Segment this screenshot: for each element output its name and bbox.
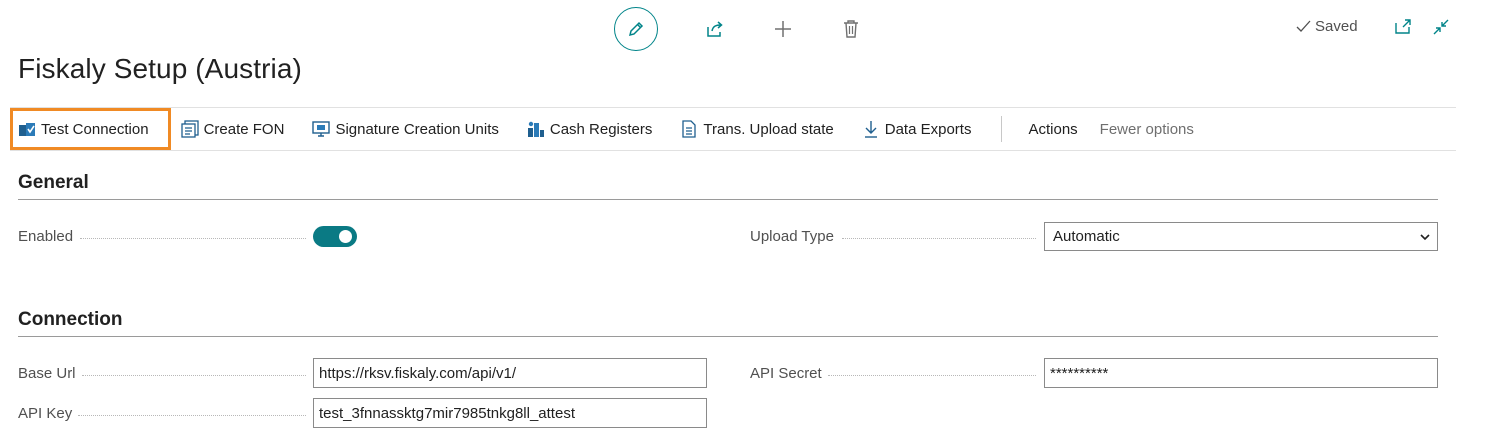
top-toolbar — [614, 7, 862, 51]
create-fon-action[interactable]: Create FON — [173, 108, 293, 150]
toggle-knob — [339, 230, 352, 243]
actions-menu[interactable]: Actions — [1020, 108, 1085, 150]
download-icon — [862, 120, 880, 138]
general-section-divider — [18, 199, 1438, 200]
create-fon-icon — [180, 120, 199, 138]
upload-type-value: Automatic — [1053, 228, 1120, 245]
enabled-toggle[interactable] — [313, 226, 357, 247]
connection-section-divider — [18, 336, 1438, 337]
open-in-new-window-icon — [1395, 19, 1411, 34]
page-title: Fiskaly Setup (Austria) — [18, 53, 302, 84]
api-secret-leader-dots — [828, 375, 1036, 376]
create-fon-label: Create FON — [203, 120, 285, 138]
api-secret-label: API Secret — [750, 365, 822, 382]
general-section-title: General — [18, 172, 89, 193]
save-status-label: Saved — [1315, 18, 1358, 35]
api-key-field[interactable]: test_3fnnassktg7mir7985tnkg8ll_attest — [313, 398, 707, 428]
base-url-label: Base Url — [18, 365, 76, 382]
trash-icon — [844, 20, 858, 38]
new-button[interactable] — [772, 18, 794, 40]
window-controls — [1394, 18, 1450, 41]
upload-type-label: Upload Type — [750, 228, 834, 245]
collapse-icon — [1433, 19, 1449, 35]
api-key-label: API Key — [18, 405, 73, 422]
trans-upload-state-label: Trans. Upload state — [703, 120, 834, 138]
action-bar: Test Connection Create FON Signature Cre… — [10, 107, 1456, 151]
document-icon — [680, 120, 698, 138]
chevron-down-icon — [1420, 234, 1430, 241]
test-connection-action[interactable]: Test Connection — [10, 108, 171, 150]
fewer-options-button[interactable]: Fewer options — [1092, 108, 1202, 150]
base-url-leader-dots — [82, 375, 306, 376]
check-icon — [1296, 20, 1311, 32]
data-exports-action[interactable]: Data Exports — [854, 108, 980, 150]
test-connection-label: Test Connection — [41, 120, 149, 138]
upload-type-select[interactable]: Automatic — [1044, 222, 1438, 251]
cash-registers-label: Cash Registers — [549, 120, 653, 138]
connection-section-title: Connection — [18, 309, 123, 330]
pencil-icon — [628, 21, 644, 37]
api-secret-field[interactable]: ********** — [1044, 358, 1438, 388]
cash-register-icon — [527, 120, 545, 138]
collapse-button[interactable] — [1432, 18, 1450, 41]
edit-button[interactable] — [614, 7, 658, 51]
upload-type-leader-dots — [842, 238, 1036, 239]
cash-registers-action[interactable]: Cash Registers — [519, 108, 661, 150]
enabled-leader-dots — [80, 238, 306, 239]
action-bar-separator — [1001, 116, 1003, 142]
test-connection-icon — [18, 120, 36, 138]
base-url-field[interactable]: https://rksv.fiskaly.com/api/v1/ — [313, 358, 707, 388]
signature-unit-icon — [312, 120, 331, 138]
share-icon — [707, 21, 723, 37]
api-key-leader-dots — [78, 415, 306, 416]
enabled-label: Enabled — [18, 228, 74, 245]
data-exports-label: Data Exports — [884, 120, 972, 138]
trans-upload-state-action[interactable]: Trans. Upload state — [672, 108, 841, 150]
plus-icon — [775, 21, 791, 37]
signature-creation-units-action[interactable]: Signature Creation Units — [304, 108, 506, 150]
share-button[interactable] — [704, 18, 726, 40]
signature-creation-units-label: Signature Creation Units — [335, 120, 499, 138]
open-new-window-button[interactable] — [1394, 18, 1412, 41]
save-status: Saved — [1296, 18, 1358, 35]
delete-button[interactable] — [840, 18, 862, 40]
